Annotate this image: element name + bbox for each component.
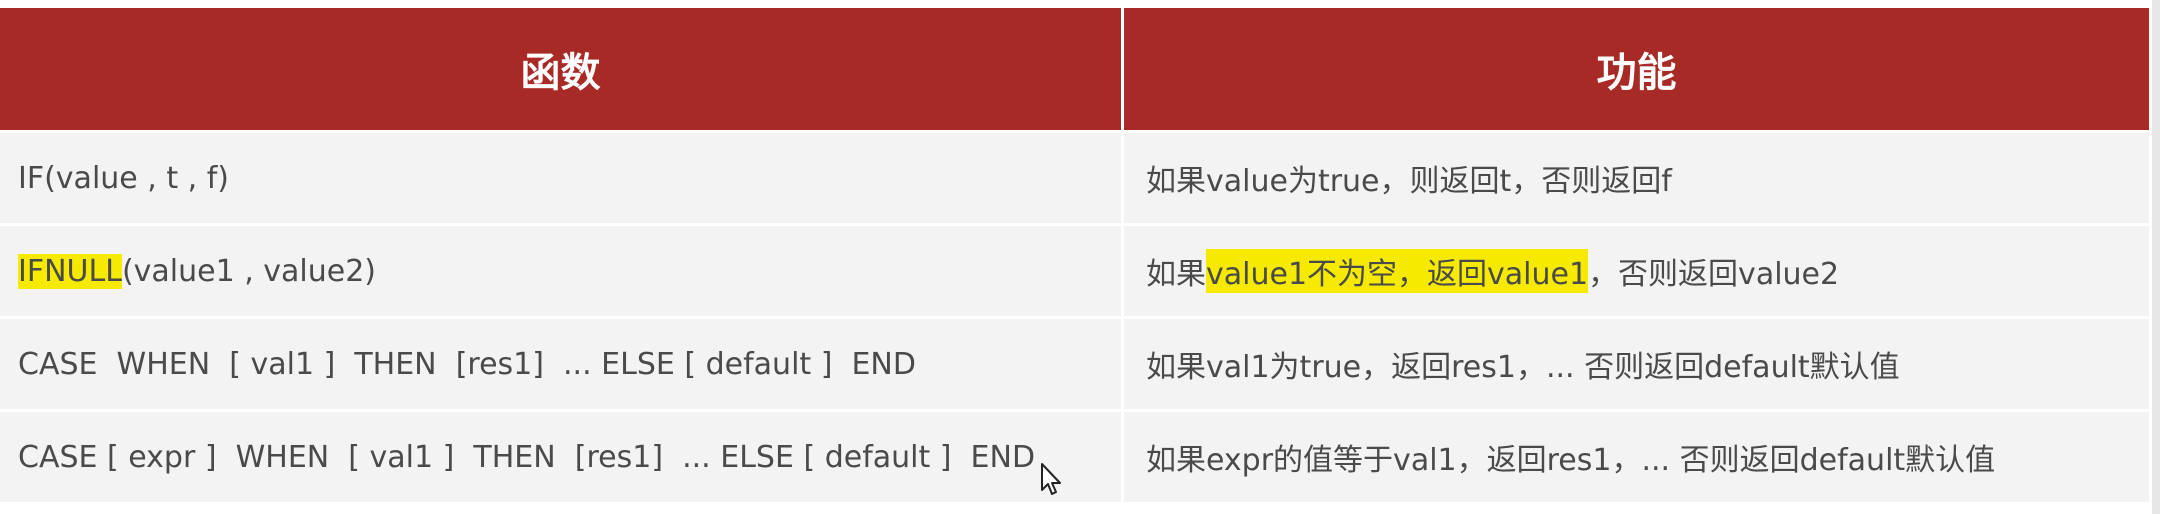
header-description: 功能 bbox=[1124, 8, 2152, 133]
description-highlight: value1不为空，返回value1 bbox=[1206, 249, 1589, 293]
function-text: CASE WHEN [ val1 ] THEN [res1] ... ELSE … bbox=[18, 346, 916, 382]
header-function: 函数 bbox=[0, 8, 1124, 133]
mouse-pointer-icon bbox=[1041, 463, 1061, 495]
table-row: IFNULL (value1 , value2) 如果 value1不为空，返回va… bbox=[0, 226, 2152, 319]
table-row: CASE WHEN [ val1 ] THEN [res1] ... ELSE … bbox=[0, 319, 2152, 412]
description-cell: 如果 value1不为空，返回value1 ，否则返回value2 bbox=[1124, 226, 2152, 319]
table-row: CASE [ expr ] WHEN [ val1 ] THEN [res1] … bbox=[0, 412, 2152, 505]
function-text: (value1 , value2) bbox=[121, 253, 377, 289]
functions-table: 函数 功能 IF(value , t , f) 如果value为true，则返回… bbox=[0, 8, 2152, 505]
description-text: 如果 bbox=[1146, 257, 1206, 292]
function-cell: CASE [ expr ] WHEN [ val1 ] THEN [res1] … bbox=[0, 412, 1124, 505]
function-text: IF(value , t , f) bbox=[18, 160, 229, 196]
description-cell: 如果expr的值等于val1，返回res1，... 否则返回default默认值 bbox=[1124, 412, 2152, 505]
description-text: 如果val1为true，返回res1，... 否则返回default默认值 bbox=[1146, 350, 1900, 385]
scrollbar-track[interactable] bbox=[2152, 0, 2160, 514]
description-text: 如果expr的值等于val1，返回res1，... 否则返回default默认值 bbox=[1146, 443, 1996, 478]
table-row: IF(value , t , f) 如果value为true，则返回t，否则返回… bbox=[0, 133, 2152, 226]
function-cell: IF(value , t , f) bbox=[0, 133, 1124, 226]
function-cell: IFNULL (value1 , value2) bbox=[0, 226, 1124, 319]
function-highlight: IFNULL bbox=[18, 253, 122, 289]
description-text: 如果value为true，则返回t，否则返回f bbox=[1146, 164, 1672, 199]
table-header-row: 函数 功能 bbox=[0, 8, 2152, 133]
function-cell: CASE WHEN [ val1 ] THEN [res1] ... ELSE … bbox=[0, 319, 1124, 412]
description-cell: 如果value为true，则返回t，否则返回f bbox=[1124, 133, 2152, 226]
description-cell: 如果val1为true，返回res1，... 否则返回default默认值 bbox=[1124, 319, 2152, 412]
description-text-rest: ，否则返回value2 bbox=[1588, 257, 1840, 292]
function-text: CASE [ expr ] WHEN [ val1 ] THEN [res1] … bbox=[18, 439, 1036, 475]
